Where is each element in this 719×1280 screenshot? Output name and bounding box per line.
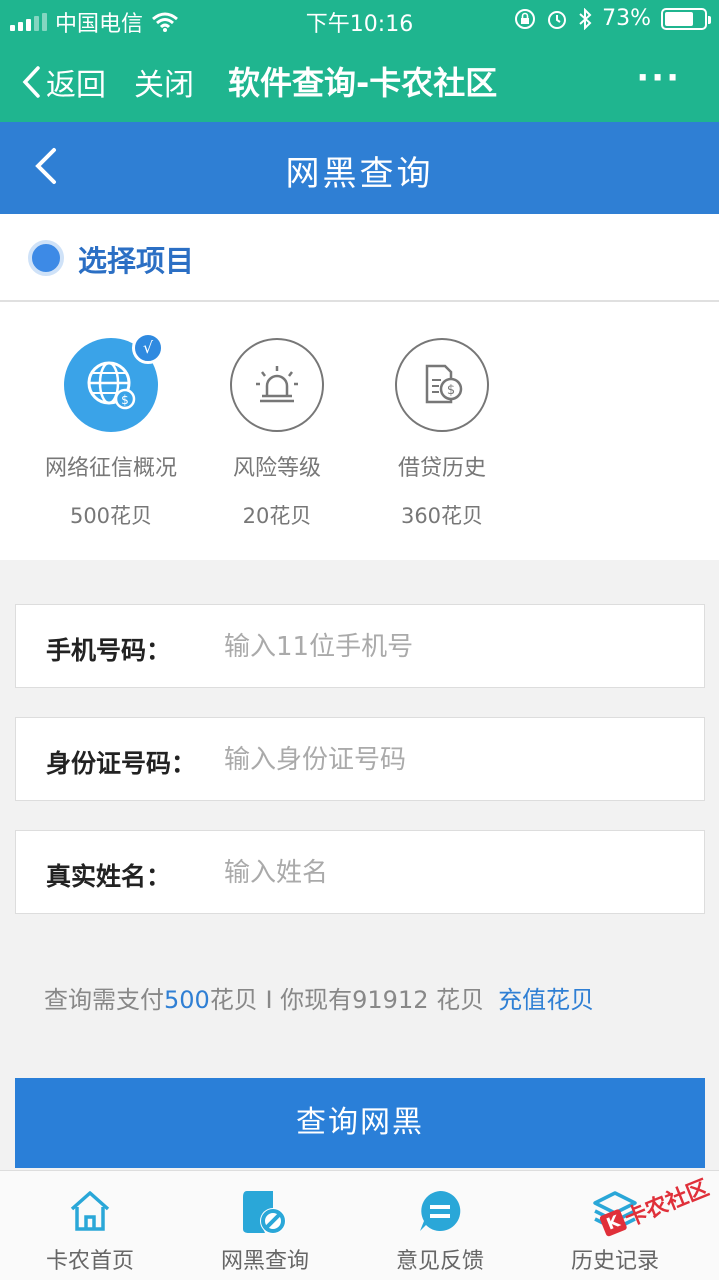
back-label: 返回 <box>46 68 106 103</box>
payment-info: 查询需支付500花贝 I 你现有91912 花贝 充值花贝 <box>44 980 594 1015</box>
phone-label: 手机号码： <box>46 636 172 665</box>
payment-prefix: 查询需支付 <box>44 986 164 1014</box>
id-card-field: 身份证号码： <box>15 717 705 801</box>
rotation-lock-icon <box>515 8 536 29</box>
item-name: 风险等级 <box>232 456 321 481</box>
svg-text:$: $ <box>121 393 129 407</box>
item-name: 借贷历史 <box>397 456 486 481</box>
section-dot-icon <box>28 240 64 276</box>
item-name: 网络征信概况 <box>44 456 177 481</box>
query-item-credit-overview[interactable]: $ √ 网络征信概况 500花贝 <box>21 332 201 530</box>
blacklist-query-icon <box>243 1191 286 1234</box>
more-menu-button[interactable]: ··· <box>636 58 681 98</box>
id-card-label: 身份证号码： <box>46 749 197 778</box>
tab-label: 历史记录 <box>570 1249 659 1274</box>
item-price: 20花贝 <box>242 504 312 528</box>
tab-feedback[interactable]: 意见反馈 <box>350 1185 530 1275</box>
name-label: 真实姓名： <box>46 862 172 891</box>
phone-field: 手机号码： <box>15 604 705 688</box>
app-nav-bar: 网黑查询 <box>0 122 719 214</box>
id-card-input[interactable] <box>224 736 674 784</box>
tab-label: 意见反馈 <box>395 1249 484 1274</box>
feedback-icon <box>420 1190 461 1231</box>
query-submit-button[interactable]: 查询网黑 <box>15 1078 705 1168</box>
selected-check-icon: √ <box>132 332 164 364</box>
section-header: 选择项目 <box>0 214 719 302</box>
wechat-top-bar: 返回 关闭 软件查询-卡农社区 ··· <box>0 40 719 122</box>
bluetooth-icon <box>579 7 592 30</box>
query-item-loan-history[interactable]: $ 借贷历史 360花贝 <box>352 338 532 530</box>
home-icon <box>70 1191 110 1231</box>
tab-blacklist-query[interactable]: 网黑查询 <box>175 1185 355 1275</box>
query-item-risk-level[interactable]: 风险等级 20花贝 <box>187 338 367 530</box>
tab-label: 卡农首页 <box>45 1249 134 1274</box>
wechat-back-button[interactable]: 返回 <box>20 60 106 104</box>
payment-balance: 花贝 I 你现有91912 花贝 <box>209 986 485 1014</box>
nav-title: 网黑查询 <box>285 154 434 194</box>
payment-amount: 500 <box>164 986 210 1014</box>
globe-dollar-icon: $ √ <box>64 332 164 432</box>
alarm-icon <box>548 10 567 29</box>
name-field: 真实姓名： <box>15 830 705 914</box>
tab-label: 网黑查询 <box>220 1249 309 1274</box>
alarm-light-icon <box>230 338 324 432</box>
tab-home[interactable]: 卡农首页 <box>0 1185 180 1275</box>
svg-text:$: $ <box>447 383 455 398</box>
item-price: 360花贝 <box>400 504 484 528</box>
battery-percent: 73% <box>602 6 651 31</box>
recharge-link[interactable]: 充值花贝 <box>498 986 594 1014</box>
battery-icon <box>661 7 711 30</box>
name-input[interactable] <box>224 849 674 897</box>
phone-input[interactable] <box>224 623 674 671</box>
chevron-left-icon <box>22 66 40 98</box>
loan-document-icon: $ <box>395 338 489 432</box>
wechat-close-button[interactable]: 关闭 <box>134 60 194 104</box>
status-bar: 中国电信 下午10:16 73% <box>0 0 719 40</box>
section-title: 选择项目 <box>78 244 195 278</box>
query-item-list: $ √ 网络征信概况 500花贝 风险等级 20花贝 $ 借贷历史 360花贝 <box>0 302 719 560</box>
page-title: 软件查询-卡农社区 <box>228 64 498 102</box>
item-price: 500花贝 <box>69 504 153 528</box>
